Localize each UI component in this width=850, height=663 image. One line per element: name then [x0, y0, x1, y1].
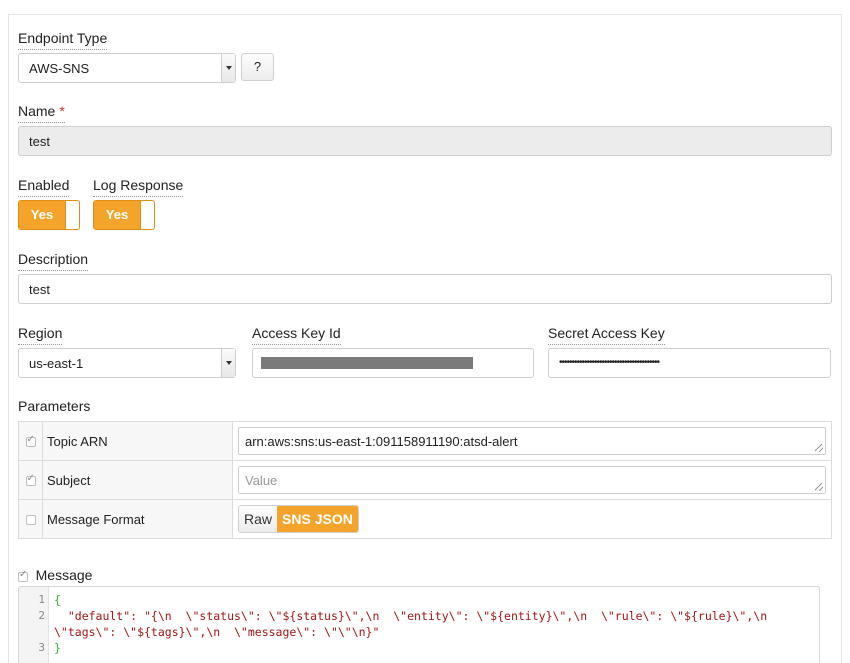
topic-arn-input[interactable]: arn:aws:sns:us-east-1:091158911190:atsd-…: [238, 427, 826, 455]
endpoint-type-value: AWS-SNS: [29, 61, 90, 76]
resize-handle-icon[interactable]: [815, 483, 823, 491]
topic-arn-checkbox[interactable]: [25, 434, 36, 448]
format-option-sns-json[interactable]: SNS JSON: [277, 506, 358, 532]
access-key-id-input[interactable]: [252, 348, 534, 378]
redacted-value: [261, 357, 473, 369]
access-key-id-label: Access Key Id: [252, 324, 341, 345]
log-response-toggle-value: Yes: [94, 201, 141, 229]
name-label: Name *: [18, 102, 65, 123]
endpoint-type-label: Endpoint Type: [18, 29, 108, 50]
line-number: 3: [38, 641, 45, 654]
table-row: Subject Value: [18, 460, 832, 500]
message-label: Message: [35, 566, 93, 587]
code-line: }: [54, 641, 61, 655]
param-name: Subject: [42, 460, 233, 500]
resize-handle-icon[interactable]: [815, 444, 823, 452]
format-option-raw[interactable]: Raw: [239, 506, 278, 532]
message-format-checkbox[interactable]: [25, 515, 36, 526]
enabled-toggle[interactable]: Yes: [18, 200, 80, 230]
secret-access-key-label: Secret Access Key: [548, 324, 665, 345]
chevron-down-icon: [221, 349, 235, 377]
subject-checkbox[interactable]: [25, 473, 36, 487]
message-format-toggle: Raw SNS JSON: [238, 505, 359, 533]
enabled-label: Enabled: [18, 176, 70, 197]
help-button[interactable]: ?: [241, 53, 274, 81]
parameters-table: Topic ARN arn:aws:sns:us-east-1:09115891…: [18, 421, 832, 539]
region-select[interactable]: us-east-1: [18, 348, 236, 378]
required-mark: *: [59, 103, 65, 119]
code-line: \"tags\": \"${tags}\",\n \"message\": \"…: [54, 625, 380, 639]
message-code-editor[interactable]: 1 2 3 { "default": "{\n \"status\": \"${…: [18, 586, 820, 663]
param-name: Topic ARN: [42, 421, 233, 461]
line-number: 2: [38, 609, 45, 622]
description-input[interactable]: test: [18, 274, 832, 304]
endpoint-form-panel: [8, 14, 842, 663]
chevron-down-icon: [221, 54, 235, 82]
enabled-toggle-value: Yes: [19, 201, 66, 229]
region-value: us-east-1: [29, 356, 84, 371]
secret-access-key-input[interactable]: ••••••••••••••••••••••••••••••••••••••••: [548, 348, 831, 378]
line-number-gutter: 1 2 3: [19, 587, 49, 663]
log-response-label: Log Response: [93, 176, 184, 197]
code-line: {: [54, 593, 61, 607]
table-row: Message Format Raw SNS JSON: [18, 499, 832, 539]
parameters-label: Parameters: [18, 398, 91, 414]
message-checkbox[interactable]: [18, 569, 28, 582]
name-input[interactable]: test: [18, 126, 832, 156]
region-label: Region: [18, 324, 63, 345]
code-line: "default": "{\n \"status\": \"${status}\…: [54, 609, 768, 623]
description-label: Description: [18, 250, 89, 271]
table-row: Topic ARN arn:aws:sns:us-east-1:09115891…: [18, 421, 832, 461]
endpoint-type-select[interactable]: AWS-SNS: [18, 53, 236, 83]
message-header: Message: [18, 566, 93, 587]
line-number: 1: [38, 593, 45, 606]
param-name: Message Format: [42, 499, 233, 539]
log-response-toggle[interactable]: Yes: [93, 200, 155, 230]
subject-input[interactable]: Value: [238, 466, 826, 494]
